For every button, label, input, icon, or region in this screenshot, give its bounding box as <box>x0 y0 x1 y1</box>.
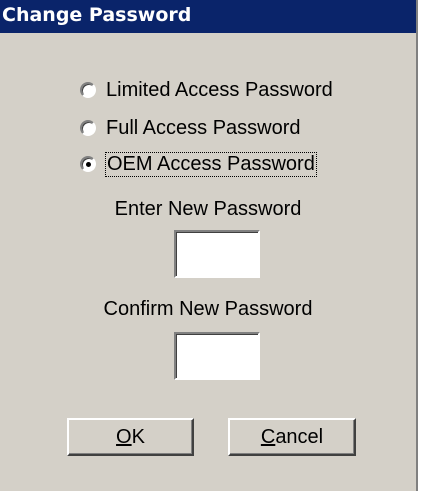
confirm-new-password-label: Confirm New Password <box>103 298 313 320</box>
radio-oem-access[interactable]: OEM Access Password <box>80 151 317 177</box>
confirm-password-input[interactable] <box>174 332 260 380</box>
enter-new-password-label: Enter New Password <box>114 198 302 220</box>
new-password-input[interactable] <box>174 230 260 278</box>
change-password-dialog: Change Password Limited Access Password … <box>0 0 416 491</box>
ok-button-mnemonic: O <box>116 425 132 448</box>
cancel-button-mnemonic: C <box>260 425 276 448</box>
radio-button[interactable] <box>80 120 96 136</box>
radio-full-access[interactable]: Full Access Password <box>80 116 301 140</box>
radio-label-full-access: Full Access Password <box>106 116 301 139</box>
radio-selected-dot <box>86 162 91 167</box>
ok-button-label-rest: K <box>131 425 145 448</box>
radio-button[interactable] <box>80 82 96 98</box>
cancel-button[interactable]: Cancel <box>228 418 356 456</box>
dialog-title: Change Password <box>2 4 192 26</box>
radio-limited-access[interactable]: Limited Access Password <box>80 78 333 102</box>
radio-label-limited-access: Limited Access Password <box>106 78 333 101</box>
cancel-button-label-rest: ancel <box>275 425 324 448</box>
radio-label-oem-access: OEM Access Password <box>105 151 317 177</box>
ok-button[interactable]: OK <box>67 418 194 456</box>
title-bar[interactable]: Change Password <box>0 0 416 33</box>
radio-button-selected[interactable] <box>80 156 96 172</box>
dialog-right-border <box>416 0 418 491</box>
